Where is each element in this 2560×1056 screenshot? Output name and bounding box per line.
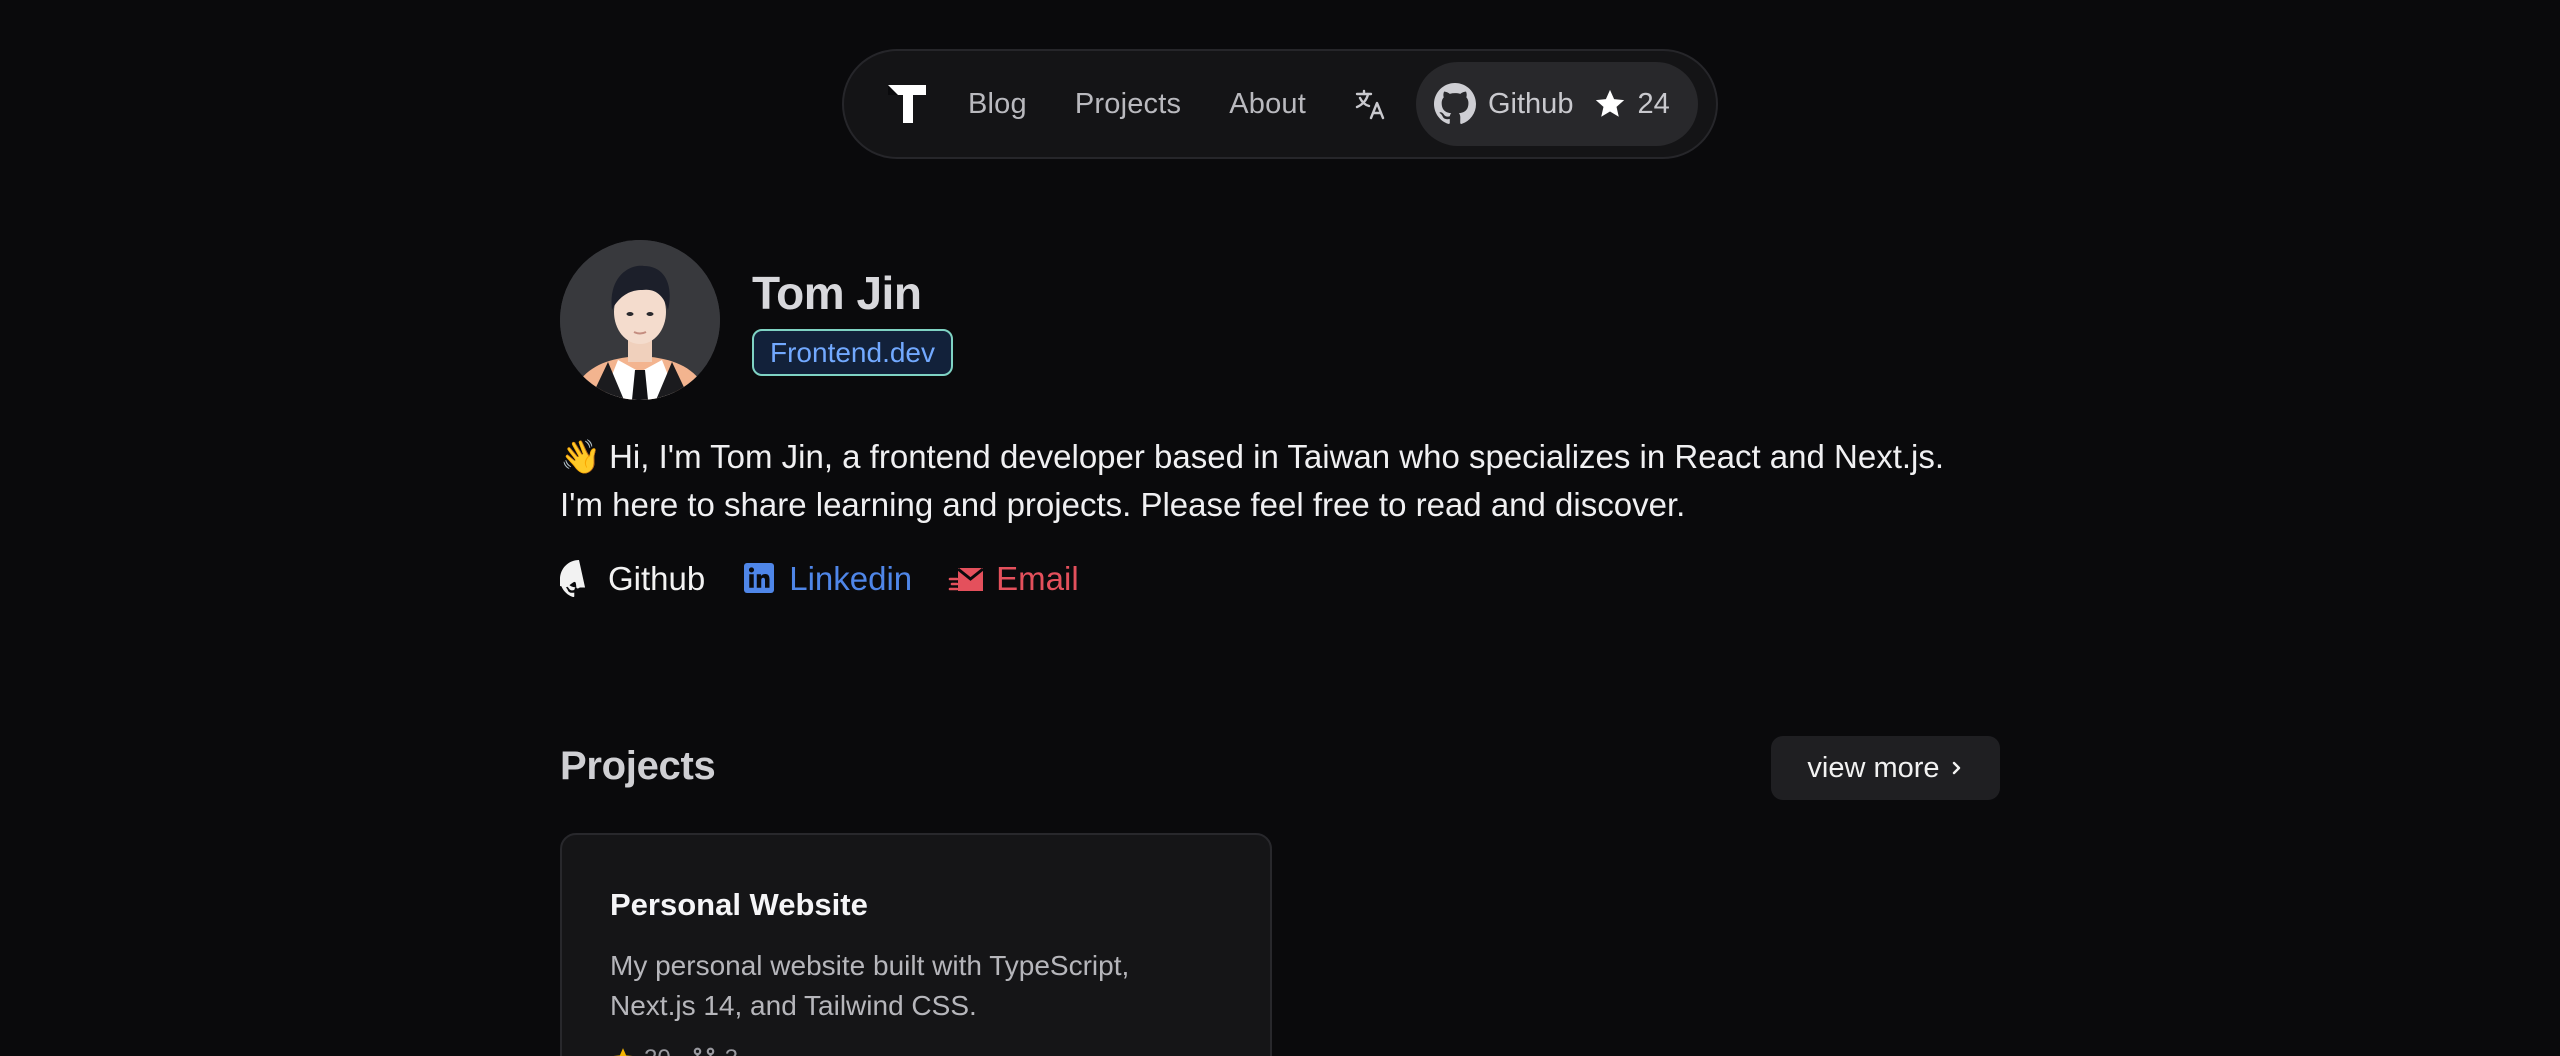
star-icon: [1593, 87, 1627, 121]
social-links: Github Linkedin Email: [560, 560, 1115, 598]
nav-link-blog[interactable]: Blog: [968, 88, 1027, 121]
project-star-count: 20: [644, 1045, 671, 1056]
translate-icon[interactable]: [1354, 87, 1388, 121]
nav-link-about[interactable]: About: [1229, 88, 1306, 121]
github-link-label: Github: [608, 560, 706, 597]
intro-line-2: I'm here to share learning and projects.…: [560, 486, 1686, 523]
project-card-title: Personal Website: [610, 887, 868, 922]
linkedin-link-label: Linkedin: [789, 560, 913, 597]
email-link[interactable]: Email: [948, 560, 1079, 598]
waving-hand-emoji: 👋: [560, 438, 602, 475]
t-logo-icon[interactable]: [884, 81, 930, 127]
github-icon: [1434, 83, 1476, 125]
view-more-button[interactable]: view more: [1771, 736, 2000, 800]
chevron-right-icon: [1950, 757, 1964, 779]
intro-line-1: 👋 Hi, I'm Tom Jin, a frontend developer b…: [560, 433, 2020, 481]
star-icon: [610, 1046, 636, 1056]
page: Blog Projects About Github 24 Tom Jin Fr…: [0, 0, 2560, 1056]
linkedin-icon: [741, 560, 779, 598]
project-card[interactable]: Personal Website My personal website bui…: [560, 833, 1272, 1056]
star-count: 24: [1637, 87, 1670, 120]
projects-section-title: Projects: [560, 744, 716, 788]
nav-link-projects[interactable]: Projects: [1075, 88, 1181, 121]
github-link[interactable]: Github: [560, 560, 705, 598]
project-card-description: My personal website built with TypeScrip…: [610, 950, 1130, 1021]
project-card-meta: 20 3: [610, 1045, 758, 1056]
email-link-label: Email: [996, 560, 1079, 597]
github-icon: [560, 560, 598, 598]
profile-name: Tom Jin: [752, 267, 922, 319]
project-fork-count: 3: [725, 1045, 738, 1056]
intro-text: 👋 Hi, I'm Tom Jin, a frontend developer b…: [560, 433, 2020, 529]
avatar: [560, 240, 720, 400]
linkedin-link[interactable]: Linkedin: [741, 560, 912, 598]
github-label: Github: [1488, 87, 1574, 120]
fork-icon: [691, 1046, 717, 1056]
top-nav: Blog Projects About Github 24: [842, 49, 1718, 159]
email-icon: [948, 560, 986, 598]
role-badge: Frontend.dev: [752, 329, 953, 376]
view-more-label: view more: [1807, 751, 1940, 784]
github-stars-button[interactable]: Github 24: [1416, 62, 1698, 146]
intro-line-1-text: Hi, I'm Tom Jin, a frontend developer ba…: [609, 438, 1945, 475]
